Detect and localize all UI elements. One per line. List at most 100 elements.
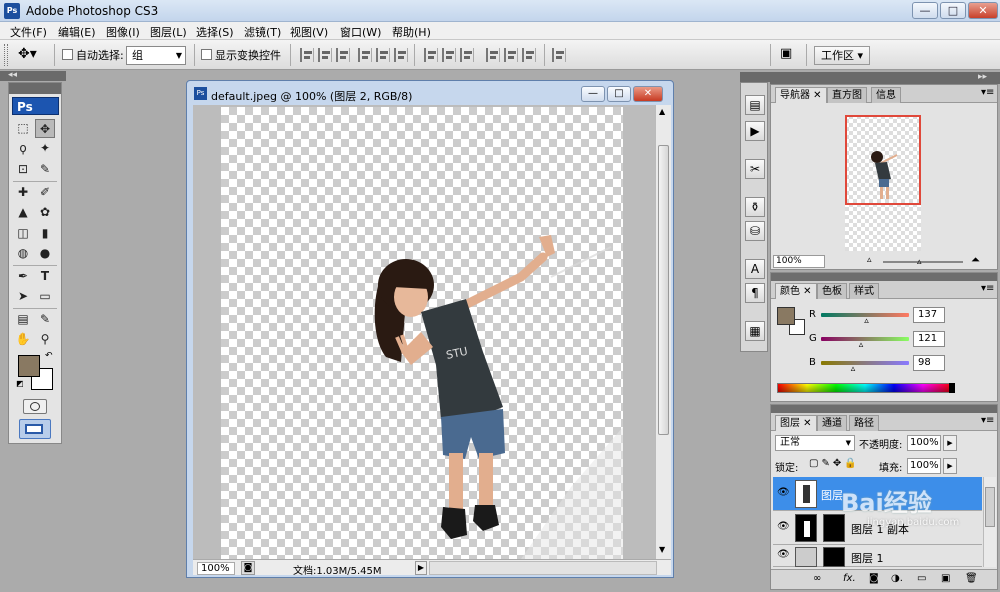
tab-styles[interactable]: 样式 [849,283,879,299]
distribute-left-icon[interactable] [486,48,500,62]
doc-minimize-button[interactable]: — [581,86,605,102]
align-hcenter-icon[interactable] [376,48,390,62]
workspace-button[interactable]: 工作区 ▾ [814,46,870,65]
distribute-top-icon[interactable] [424,48,438,62]
panel-column-grip[interactable]: ▸▸ [770,72,1000,84]
brush-tool-icon[interactable]: ✐ [35,183,55,202]
blur-tool-icon[interactable]: ◍ [13,244,33,263]
collapse-right-icon[interactable]: ▸▸ [978,72,987,82]
zoom-slider-track[interactable] [883,261,963,263]
quick-mask-button[interactable] [23,399,47,414]
lasso-tool-icon[interactable]: ϙ [13,139,33,158]
menu-view[interactable]: 视图(V) [290,24,328,40]
new-group-icon[interactable]: ▭ [917,573,926,584]
clone-source-icon[interactable]: ⛁ [745,221,765,241]
fill-arrow-icon[interactable]: ▶ [943,458,957,474]
channel-g-value[interactable]: 121 [913,331,945,347]
delete-layer-icon[interactable]: 🗑 [965,573,978,584]
hand-tool-icon[interactable]: ✋ [13,330,33,349]
layer-comps-icon[interactable]: ▦ [745,321,765,341]
default-colors-icon[interactable]: ◩ [16,379,24,388]
fill-field[interactable]: 100% [907,458,941,474]
channel-b-thumb[interactable]: ▵ [851,364,856,374]
panel-menu-icon[interactable]: ▾≡ [981,283,994,294]
ps-logo-button[interactable]: Ps [12,97,59,115]
move-tool-icon[interactable]: ✥ [35,119,55,138]
zoom-slider-handle[interactable]: ▵ [917,257,922,267]
layer-row[interactable]: 👁 图层 1 [773,545,982,567]
panel-menu-icon[interactable]: ▾≡ [981,87,994,98]
toolbox-grip[interactable] [9,83,61,94]
status-menu-arrow-icon[interactable]: ▶ [415,561,427,575]
align-right-icon[interactable] [394,48,408,62]
spectrum-black[interactable] [949,383,955,393]
pen-tool-icon[interactable]: ✒ [13,267,33,286]
screen-mode-button[interactable] [19,419,51,439]
magic-wand-tool-icon[interactable]: ✦ [35,139,55,158]
visibility-eye-icon[interactable]: 👁 [777,549,790,560]
channel-r-value[interactable]: 137 [913,307,945,323]
layer-name[interactable]: 图层 [821,487,843,503]
align-left-icon[interactable] [358,48,372,62]
type-tool-icon[interactable]: T [35,267,55,286]
color-spectrum-bar[interactable] [777,383,953,393]
marquee-tool-icon[interactable]: ⬚ [13,119,33,138]
opacity-field[interactable]: 100% [907,435,941,451]
blend-mode-dropdown[interactable]: 正常 ▼ [775,435,855,451]
menu-help[interactable]: 帮助(H) [392,24,431,40]
distribute-right-icon[interactable] [522,48,536,62]
distribute-vcenter-icon[interactable] [442,48,456,62]
file-browser-icon[interactable]: ▣ [780,46,800,64]
show-transform-checkbox[interactable] [201,49,212,60]
tab-paths[interactable]: 路径 [849,415,879,431]
zoom-in-icon[interactable]: ⏶ [971,253,980,267]
eyedropper-tool-icon[interactable]: ✎ [35,310,55,329]
menu-image[interactable]: 图像(I) [106,24,140,40]
paragraph-panel-icon[interactable]: ¶ [745,283,765,303]
menu-select[interactable]: 选择(S) [196,24,234,40]
tab-navigator[interactable]: 导航器 ✕ [775,87,827,103]
scroll-down-icon[interactable]: ▼ [659,545,665,554]
layer-name[interactable]: 图层 1 [851,550,884,566]
layers-panel-grip[interactable] [771,405,997,413]
doc-maximize-button[interactable]: □ [607,86,631,102]
align-top-icon[interactable] [300,48,314,62]
lock-options-icons[interactable]: ▢✎✥🔒 [809,458,860,469]
scroll-up-icon[interactable]: ▲ [659,107,665,116]
tab-info[interactable]: 信息 [871,87,901,103]
brushes-panel-icon[interactable]: ⚱ [745,197,765,217]
distribute-hcenter-icon[interactable] [504,48,518,62]
vertical-scrollbar[interactable]: ▲ ▼ [655,105,671,559]
channel-b-slider[interactable] [821,361,909,365]
maximize-button[interactable]: □ [940,2,966,19]
menu-filter[interactable]: 滤镜(T) [244,24,281,40]
eraser-tool-icon[interactable]: ◫ [13,224,33,243]
tab-channels[interactable]: 通道 [817,415,847,431]
layers-scroll-thumb[interactable] [985,487,995,527]
scrollbar-thumb[interactable] [658,145,669,435]
menu-window[interactable]: 窗口(W) [340,24,381,40]
image-canvas[interactable]: STU [221,107,623,559]
move-tool-preset-icon[interactable]: ✥▾ [18,46,37,62]
close-button[interactable]: ✕ [968,2,998,19]
visibility-eye-icon[interactable]: 👁 [777,521,790,532]
toolbox-collapse-bar[interactable]: ◂◂ [0,70,66,81]
channel-g-thumb[interactable]: ▵ [859,340,864,350]
tab-histogram[interactable]: 直方图 [827,87,867,103]
panel-menu-icon[interactable]: ▾≡ [981,415,994,426]
auto-align-layers-icon[interactable] [552,48,566,62]
history-brush-tool-icon[interactable]: ✿ [35,203,55,222]
align-vcenter-icon[interactable] [318,48,332,62]
channel-b-value[interactable]: 98 [913,355,945,371]
status-options-icon[interactable]: ◙ [241,561,255,575]
layer-style-icon[interactable]: fx. [843,573,856,584]
rectangle-tool-icon[interactable]: ▭ [35,287,55,306]
color-fg-swatch[interactable] [777,307,795,325]
distribute-bottom-icon[interactable] [460,48,474,62]
channel-r-thumb[interactable]: ▵ [864,316,869,326]
channel-g-slider[interactable] [821,337,909,341]
auto-select-checkbox[interactable] [62,49,73,60]
canvas-area[interactable]: STU [193,105,655,559]
crop-tool-icon[interactable]: ⊡ [13,160,33,179]
foreground-color-swatch[interactable] [18,355,40,377]
